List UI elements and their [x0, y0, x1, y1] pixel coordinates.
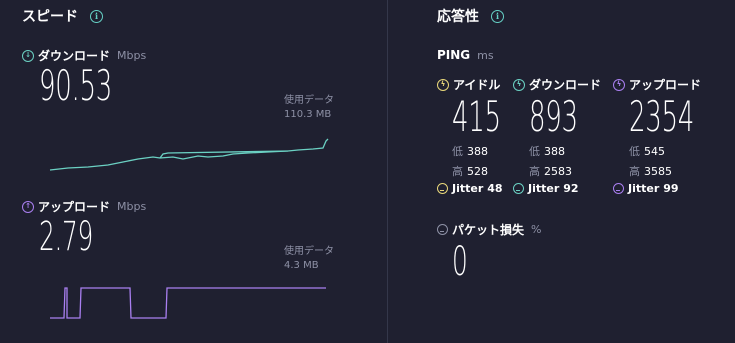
idle-low: 低 388 [452, 145, 488, 158]
ping-label-row: PING ms [437, 48, 494, 62]
ping-unit: ms [477, 48, 494, 62]
download-jitter: Jitter 92 [513, 182, 579, 195]
download-low: 低 388 [529, 145, 565, 158]
upload-data-used-value: 4.3 MB [284, 260, 319, 271]
face-icon [513, 183, 524, 194]
upload-bolt-icon: ϟ [613, 78, 625, 91]
responsiveness-header: 応答性 i [437, 6, 504, 26]
packet-loss-unit: % [531, 223, 542, 236]
idle-label: アイドル [453, 78, 501, 92]
ping-download-label-row: ϟ ダウンロード [513, 76, 601, 93]
upload-ping-value: 2354 [629, 92, 695, 141]
upload-speed-graph [50, 287, 326, 319]
upload-label: アップロード [38, 200, 111, 214]
upload-high: 高 3585 [629, 165, 672, 178]
speed-title: スピード [22, 9, 78, 25]
download-bolt-icon: ϟ [513, 78, 525, 91]
download-arrow-icon: ↓ [22, 49, 34, 62]
idle-label-row: ϟ アイドル [437, 76, 500, 93]
responsiveness-title: 応答性 [437, 9, 479, 25]
packet-loss-label: パケット損失 [452, 223, 525, 237]
download-speed-value: 90.53 [39, 61, 113, 110]
ping-upload-label: アップロード [629, 78, 702, 92]
info-icon[interactable]: i [90, 9, 103, 23]
download-data-used-label: 使用データ [284, 95, 334, 106]
ping-upload-label-row: ϟ アップロード [613, 76, 701, 93]
download-speed-graph [49, 138, 329, 171]
face-icon [437, 224, 448, 235]
idle-jitter: Jitter 48 [437, 182, 503, 195]
face-icon [437, 183, 448, 194]
idle-bolt-icon: ϟ [437, 78, 449, 91]
packet-loss-value: 0 [452, 239, 468, 285]
upload-data-used-label: 使用データ [284, 246, 334, 257]
face-icon [613, 183, 624, 194]
download-unit: Mbps [117, 49, 147, 62]
upload-speed-value: 2.79 [39, 214, 93, 260]
packet-loss-label-row: パケット損失 % [437, 221, 541, 238]
download-ping-value: 893 [529, 92, 578, 141]
download-data-used-value: 110.3 MB [284, 109, 332, 120]
upload-jitter: Jitter 99 [613, 182, 679, 195]
download-high: 高 2583 [529, 165, 572, 178]
speed-header: スピード i [22, 6, 103, 26]
upload-unit: Mbps [117, 200, 147, 213]
ping-label: PING [437, 48, 471, 62]
info-icon[interactable]: i [491, 9, 504, 23]
idle-ping-value: 415 [452, 92, 501, 141]
upload-label-row: ↑ アップロード Mbps [22, 198, 146, 215]
ping-download-label: ダウンロード [529, 78, 602, 92]
section-divider [387, 0, 388, 343]
upload-arrow-icon: ↑ [22, 200, 34, 213]
idle-high: 高 528 [452, 165, 488, 178]
upload-low: 低 545 [629, 145, 665, 158]
